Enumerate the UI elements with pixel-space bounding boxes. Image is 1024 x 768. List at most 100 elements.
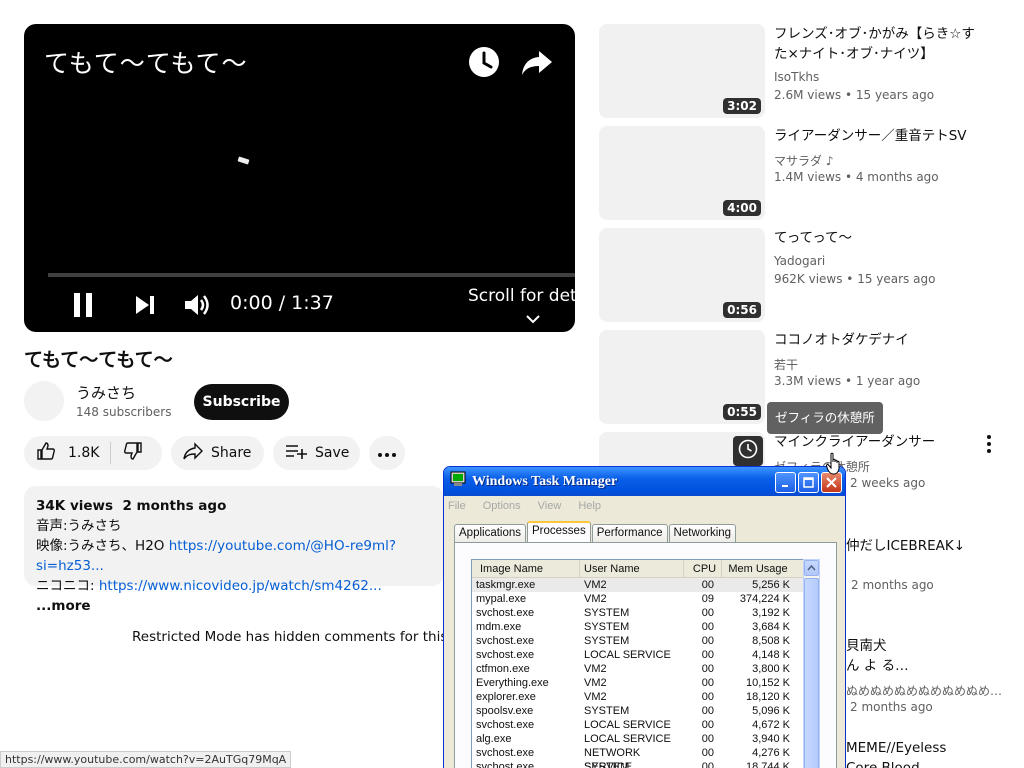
view-count: 34K views — [36, 498, 114, 514]
process-cpu: 00 — [701, 691, 714, 703]
recommended-video[interactable]: 仲だしICEBREAK↓ 2 months ago — [846, 536, 999, 606]
video-thumbnail[interactable]: 3:02 — [599, 24, 765, 118]
scroll-up-button[interactable] — [804, 560, 819, 576]
niconico-link[interactable]: https://www.nicovideo.jp/watch/sm4262... — [99, 578, 382, 594]
tab-networking[interactable]: Networking — [668, 524, 737, 543]
recommended-video[interactable]: 0:56 てってって〜 Yadogari 962K views • 15 yea… — [599, 228, 999, 324]
description-box[interactable]: 34K views 2 months ago 音声:うみさち 映像:うみさち、H… — [24, 486, 444, 614]
views: 1.4M views — [774, 170, 842, 184]
recommended-channel[interactable]: ぬめぬめぬめぬめぬめぬめ… — [846, 682, 1002, 699]
process-row[interactable]: svchost.exe SYSTEM 00 18,744 K — [472, 760, 804, 768]
process-row[interactable]: spoolsv.exe SYSTEM 00 5,096 K — [472, 704, 804, 718]
like-dislike-group: 1.8K — [24, 436, 162, 470]
share-arrow-icon[interactable] — [519, 44, 555, 80]
process-image-name: svchost.exe — [476, 719, 535, 731]
process-row[interactable]: svchost.exe LOCAL SERVICE 00 4,672 K — [472, 718, 804, 732]
pause-icon[interactable] — [70, 290, 96, 320]
process-image-name: alg.exe — [476, 733, 512, 745]
process-list[interactable]: Image Name User Name CPU Mem Usage taskm… — [471, 559, 805, 768]
dislike-button[interactable] — [111, 441, 143, 465]
age: 4 months ago — [855, 170, 939, 184]
process-row[interactable]: Everything.exe VM2 00 10,152 K — [472, 676, 804, 690]
scroll-for-details-hint[interactable]: Scroll for det — [468, 286, 575, 306]
column-cpu[interactable]: CPU — [684, 560, 722, 577]
process-row[interactable]: alg.exe LOCAL SERVICE 00 3,940 K — [472, 732, 804, 746]
tab-applications[interactable]: Applications — [454, 524, 527, 543]
time-separator: / — [278, 292, 286, 314]
restricted-mode-notice: Restricted Mode has hidden comments for … — [132, 629, 472, 645]
column-mem-usage[interactable]: Mem Usage — [722, 560, 794, 577]
video-title: てもて〜てもて〜 — [24, 349, 173, 371]
process-row[interactable]: svchost.exe SYSTEM 00 8,508 K — [472, 634, 804, 648]
video-thumbnail[interactable]: 0:55 — [599, 330, 765, 424]
recommended-title[interactable]: フレンズ･オブ･かがみ【らき☆すた×ナイト･オブ･ナイツ】 — [774, 24, 984, 64]
video-player[interactable]: てもて〜てもて〜 0:00 / 1:37 Scroll for det — [24, 24, 575, 332]
video-thumbnail[interactable]: 0:56 — [599, 228, 765, 322]
scroll-thumb[interactable] — [804, 578, 819, 768]
save-button[interactable]: Save — [273, 436, 360, 470]
menu-options[interactable]: Options — [483, 500, 521, 512]
recommended-video[interactable]: MEME//Eyeless Core Blood — [846, 738, 996, 768]
process-image-name: spoolsv.exe — [476, 705, 534, 717]
more-actions-button[interactable] — [369, 436, 405, 470]
progress-bar[interactable] — [48, 273, 575, 277]
process-row[interactable]: mdm.exe SYSTEM 00 3,684 K — [472, 620, 804, 634]
process-row[interactable]: mypal.exe VM2 09 374,224 K — [472, 592, 804, 606]
recommended-channel[interactable]: マサラダ ♪ — [774, 152, 834, 169]
process-image-name: explorer.exe — [476, 691, 536, 703]
process-row[interactable]: ctfmon.exe VM2 00 3,800 K — [472, 662, 804, 676]
tab-performance[interactable]: Performance — [591, 524, 668, 543]
watch-later-button[interactable] — [733, 436, 763, 466]
recommended-title[interactable]: MEME//Eyeless Core Blood — [846, 738, 1024, 768]
menu-help[interactable]: Help — [578, 500, 601, 512]
recommended-channel[interactable]: IsoTkhs — [774, 70, 819, 84]
more-button[interactable]: ...more — [36, 598, 91, 614]
menu-file[interactable]: File — [448, 500, 466, 512]
like-button[interactable]: 1.8K — [24, 441, 110, 465]
recommended-title[interactable]: ココノオトダケデナイ — [774, 330, 984, 350]
watch-later-icon[interactable] — [466, 44, 502, 80]
minimize-button[interactable] — [775, 472, 796, 493]
title-bar[interactable]: Windows Task Manager — [444, 467, 845, 496]
recommended-title[interactable]: てってって〜 — [774, 228, 984, 248]
column-user-name[interactable]: User Name — [580, 560, 684, 577]
column-image-name[interactable]: Image Name — [472, 560, 580, 577]
channel-name[interactable]: うみさち — [76, 382, 136, 403]
maximize-button[interactable] — [798, 472, 819, 493]
next-icon[interactable] — [132, 290, 158, 320]
task-manager-window[interactable]: Windows Task Manager File Options View H… — [443, 466, 846, 768]
subscribe-button[interactable]: Subscribe — [194, 384, 289, 420]
recommended-title[interactable]: ライアーダンサー／重音テトSV — [774, 126, 984, 146]
process-mem-usage: 5,256 K — [752, 579, 790, 591]
page-root: てもて〜てもて〜 0:00 / 1:37 Scroll for det てもて〜… — [0, 0, 1024, 768]
process-row[interactable]: svchost.exe SYSTEM 00 3,192 K — [472, 606, 804, 620]
recommended-video[interactable]: 貝南犬 ん よ る… ぬめぬめぬめぬめぬめぬめ… 2 months ago — [846, 636, 1002, 716]
process-row[interactable]: explorer.exe VM2 00 18,120 K — [472, 690, 804, 704]
more-vertical-icon[interactable] — [981, 433, 997, 455]
chevron-down-icon[interactable] — [526, 309, 540, 328]
recommended-title[interactable]: 仲だしICEBREAK↓ — [846, 536, 1024, 556]
recommended-channel[interactable]: 若干 — [774, 356, 798, 373]
process-image-name: svchost.exe — [476, 649, 535, 661]
process-row[interactable]: svchost.exe NETWORK SERVICE 00 4,276 K — [472, 746, 804, 768]
recommended-title[interactable]: 貝南犬 ん よ る… — [846, 636, 1024, 676]
process-row[interactable]: svchost.exe LOCAL SERVICE 00 4,148 K — [472, 648, 804, 662]
recommended-channel[interactable]: Yadogari — [774, 254, 825, 268]
process-cpu: 00 — [701, 635, 714, 647]
age: 2 months ago — [850, 700, 933, 714]
video-thumbnail[interactable]: 4:00 — [599, 126, 765, 220]
processes-panel: Image Name User Name CPU Mem Usage taskm… — [454, 542, 837, 768]
channel-avatar[interactable] — [24, 381, 64, 421]
tab-processes[interactable]: Processes — [527, 521, 591, 543]
recommended-video[interactable]: 4:00 ライアーダンサー／重音テトSV マサラダ ♪ 1.4M views •… — [599, 126, 999, 222]
menu-view[interactable]: View — [538, 500, 562, 512]
share-button[interactable]: Share — [171, 436, 264, 470]
recommended-title[interactable]: マインクライアーダンサー — [774, 432, 984, 452]
vertical-scrollbar[interactable] — [803, 559, 820, 768]
process-row[interactable]: taskmgr.exe VM2 00 5,256 K — [472, 578, 804, 592]
recommended-video[interactable]: 3:02 フレンズ･オブ･かがみ【らき☆すた×ナイト･オブ･ナイツ】 IsoTk… — [599, 24, 999, 120]
duration-badge: 3:02 — [723, 98, 761, 114]
volume-icon[interactable] — [182, 290, 212, 320]
process-user-name: SYSTEM — [584, 621, 630, 633]
player-overlay-title[interactable]: てもて〜てもて〜 — [44, 44, 248, 80]
